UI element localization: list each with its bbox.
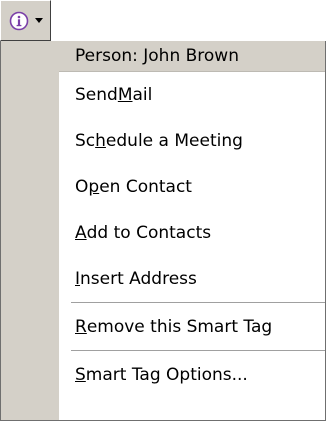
smart-tag-widget: Person: John Brown Send Mail Sc h edule a … — [0, 0, 326, 421]
menu-item-insert-address[interactable]: Insert Address — [59, 256, 325, 302]
info-icon — [9, 11, 29, 31]
menu-item-label: en Contact — [99, 177, 192, 197]
chevron-down-icon[interactable] — [35, 18, 43, 23]
menu-icon-gutter — [1, 41, 59, 420]
smart-tag-button[interactable] — [0, 0, 51, 41]
menu-item-label: dd to Contacts — [86, 223, 212, 243]
menu-item-smart-tag-options[interactable]: Smart Tag Options... — [59, 352, 325, 398]
menu-item-mnemonic: S — [75, 365, 86, 385]
smart-tag-menu: Person: John Brown Send Mail Sc h edule a … — [0, 41, 326, 421]
menu-item-label: Send — [75, 85, 118, 105]
menu-item-label: mart Tag Options... — [85, 365, 248, 385]
menu-item-label: O — [75, 177, 89, 197]
menu-list: Send Mail Sc h edule a Meeting Op en Contac… — [59, 72, 325, 398]
menu-item-schedule-meeting[interactable]: Sc h edule a Meeting — [59, 118, 325, 164]
menu-item-add-to-contacts[interactable]: Add to Contacts — [59, 210, 325, 256]
menu-item-mnemonic: A — [75, 223, 87, 243]
menu-item-mnemonic: R — [75, 317, 87, 337]
menu-item-label: Sc — [75, 131, 96, 151]
menu-header: Person: John Brown — [59, 41, 325, 72]
menu-item-mnemonic: p — [88, 177, 100, 197]
menu-header-label: Person: John Brown — [75, 46, 239, 66]
menu-item-mnemonic: M — [117, 85, 133, 105]
menu-item-label: edule a Meeting — [105, 131, 243, 151]
menu-item-remove-smart-tag[interactable]: Remove this Smart Tag — [59, 304, 325, 350]
menu-item-open-contact[interactable]: Op en Contact — [59, 164, 325, 210]
menu-item-send-mail[interactable]: Send Mail — [59, 72, 325, 118]
menu-item-label: nsert Address — [80, 269, 197, 289]
menu-item-mnemonic: h — [95, 131, 106, 151]
menu-item-label: ail — [132, 85, 153, 105]
menu-item-label: emove this Smart Tag — [86, 317, 273, 337]
